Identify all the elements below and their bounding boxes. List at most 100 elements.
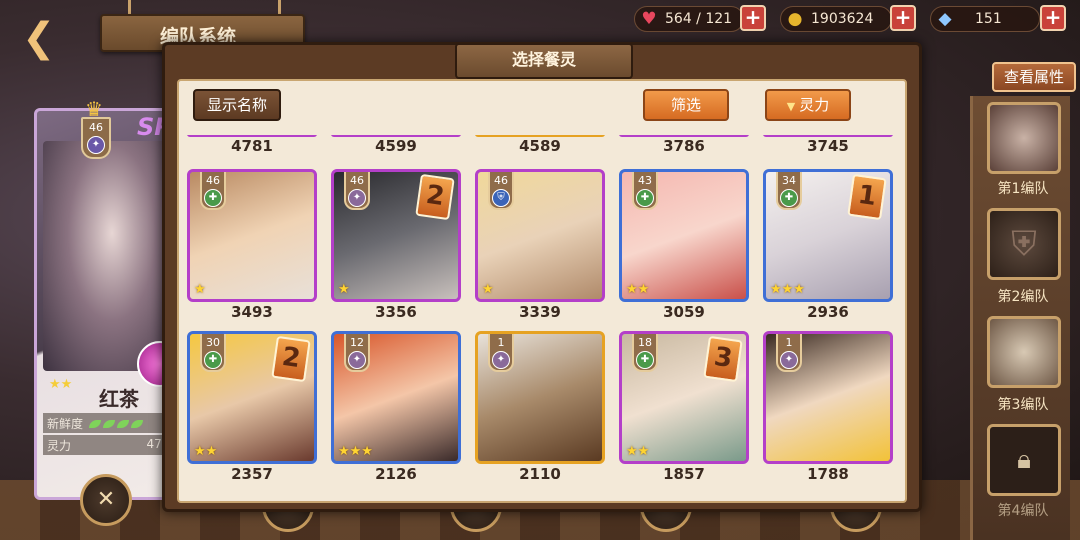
team-3-thumb[interactable] xyxy=(987,316,1061,388)
card-power: 2126 xyxy=(375,465,417,483)
card-power: 4589 xyxy=(519,137,561,155)
sort-arrow-icon: ▼ xyxy=(786,100,796,113)
team-2-label[interactable]: 第2编队 xyxy=(973,286,1073,306)
class-icon: ✦ xyxy=(87,136,105,154)
level-badge: 46 ✚ xyxy=(200,172,226,210)
team-1-label[interactable]: 第1编队 xyxy=(973,178,1073,198)
coin-icon: ● xyxy=(787,9,803,29)
select-character-modal: 选择餐灵 显示名称 筛选 ▼ 灵力 4781 4599 4589 3786 3745 46 ✚… xyxy=(162,42,922,512)
heal-class-icon: ✚ xyxy=(636,189,654,207)
star-rating: ★★ xyxy=(626,444,650,459)
view-attributes-button[interactable]: 查看属性 xyxy=(992,62,1076,92)
character-card[interactable]: 43 ✚ ★★ xyxy=(619,169,749,302)
character-card[interactable]: 34 ✚ 1 ★★★ xyxy=(763,169,893,302)
character-card[interactable]: 30 ✚ 2 ★★ xyxy=(187,331,317,464)
level-badge: 46 ✦ xyxy=(344,172,370,210)
modal-title: 选择餐灵 xyxy=(455,43,633,79)
hero-name: 红茶 xyxy=(99,387,139,411)
team-number-tag: 2 xyxy=(271,335,311,383)
character-card[interactable]: 46 ✦ 2 ★ xyxy=(331,169,461,302)
coin-value: 1903624 xyxy=(811,11,874,27)
team-1-thumb[interactable] xyxy=(987,102,1061,174)
card-power: 1857 xyxy=(663,465,705,483)
power-label: 灵力 xyxy=(47,439,72,453)
card-power: 3356 xyxy=(375,303,417,321)
leaf-icon xyxy=(102,420,115,428)
team-4-label[interactable]: 第4编队 xyxy=(973,500,1073,520)
team-2-thumb[interactable]: ⛨ xyxy=(987,208,1061,280)
power-row: 灵力 4781 xyxy=(43,435,181,455)
star-rating: ★★ xyxy=(626,282,650,297)
card-power: 1788 xyxy=(807,465,849,483)
character-card[interactable]: 18 ✚ 3 ★★ xyxy=(619,331,749,464)
level-value: 34 xyxy=(782,174,796,187)
heal-class-icon: ✚ xyxy=(204,189,222,207)
team-number-tag: 1 xyxy=(847,173,887,221)
card-power: 3059 xyxy=(663,303,705,321)
back-arrow-icon: ❮ xyxy=(22,15,56,61)
sort-label: 灵力 xyxy=(799,96,830,114)
heal-class-icon: ✚ xyxy=(204,351,222,369)
card-power: 3745 xyxy=(807,137,849,155)
defense-class-icon: ⛨ xyxy=(492,189,510,207)
hero-level-badge: 46 ✦ xyxy=(81,117,111,159)
stamina-value: 564 / 121 xyxy=(665,11,733,27)
freshness-row: 新鲜度 xyxy=(43,413,181,433)
crystal-icon: ◆ xyxy=(938,9,952,29)
heart-icon: ♥ xyxy=(641,9,657,29)
level-value: 30 xyxy=(206,336,220,349)
card-power: 2110 xyxy=(519,465,561,483)
sort-button[interactable]: ▼ 灵力 xyxy=(765,89,851,121)
heal-class-icon: ✚ xyxy=(780,189,798,207)
hero-portrait xyxy=(43,141,181,371)
star-rating: ★ xyxy=(338,282,350,297)
level-value: 46 xyxy=(350,174,364,187)
team-3-label[interactable]: 第3编队 xyxy=(973,394,1073,414)
card-power: 3786 xyxy=(663,137,705,155)
level-value: 46 xyxy=(494,174,508,187)
character-card[interactable]: 46 ⛨ ★ xyxy=(475,169,605,302)
crest-icon: ⛨ xyxy=(1011,224,1037,264)
level-value: 12 xyxy=(350,336,364,349)
filter-button[interactable]: 筛选 xyxy=(643,89,729,121)
cutlery-icon: ✕ xyxy=(96,487,116,512)
back-button[interactable]: ❮ xyxy=(22,18,82,62)
leaf-icon xyxy=(116,420,129,428)
star-rating: ★ xyxy=(482,282,494,297)
character-card[interactable]: 1 ✦ xyxy=(763,331,893,464)
level-value: 18 xyxy=(638,336,652,349)
level-value: 43 xyxy=(638,174,652,187)
character-card[interactable]: 1 ✦ xyxy=(475,331,605,464)
card-power: 3493 xyxy=(231,303,273,321)
level-badge: 18 ✚ xyxy=(632,334,658,372)
crystal-counter: ◆ 151 xyxy=(930,6,1040,32)
add-coins-button[interactable]: + xyxy=(890,5,916,31)
card-power: 2357 xyxy=(231,465,273,483)
stamina-counter: ♥ 564 / 121 xyxy=(634,6,744,32)
attack-class-icon: ✦ xyxy=(780,351,798,369)
attack-class-icon: ✦ xyxy=(348,351,366,369)
level-value: 1 xyxy=(497,336,505,349)
hero-level: 46 xyxy=(89,121,103,134)
level-value: 1 xyxy=(785,336,793,349)
character-card[interactable]: 46 ✚ ★ xyxy=(187,169,317,302)
level-value: 46 xyxy=(206,174,220,187)
cutlery-button[interactable]: ✕ xyxy=(80,474,132,526)
show-names-button[interactable]: 显示名称 xyxy=(193,89,281,121)
add-crystals-button[interactable]: + xyxy=(1040,5,1066,31)
level-badge: 1 ✦ xyxy=(776,334,802,372)
card-power: 4781 xyxy=(231,137,273,155)
add-stamina-button[interactable]: + xyxy=(740,5,766,31)
leaf-icon xyxy=(88,420,101,428)
level-badge: 34 ✚ xyxy=(776,172,802,210)
attack-class-icon: ✦ xyxy=(492,351,510,369)
team-number-tag: 2 xyxy=(415,173,455,221)
card-power: 4599 xyxy=(375,137,417,155)
star-rating: ★★★ xyxy=(770,282,805,297)
team-number-tag: 3 xyxy=(703,335,743,383)
level-badge: 46 ⛨ xyxy=(488,172,514,210)
level-badge: 1 ✦ xyxy=(488,334,514,372)
card-power: 3339 xyxy=(519,303,561,321)
team-4-thumb[interactable]: 🔒︎ xyxy=(987,424,1061,496)
character-card[interactable]: 12 ✦ ★★★ xyxy=(331,331,461,464)
